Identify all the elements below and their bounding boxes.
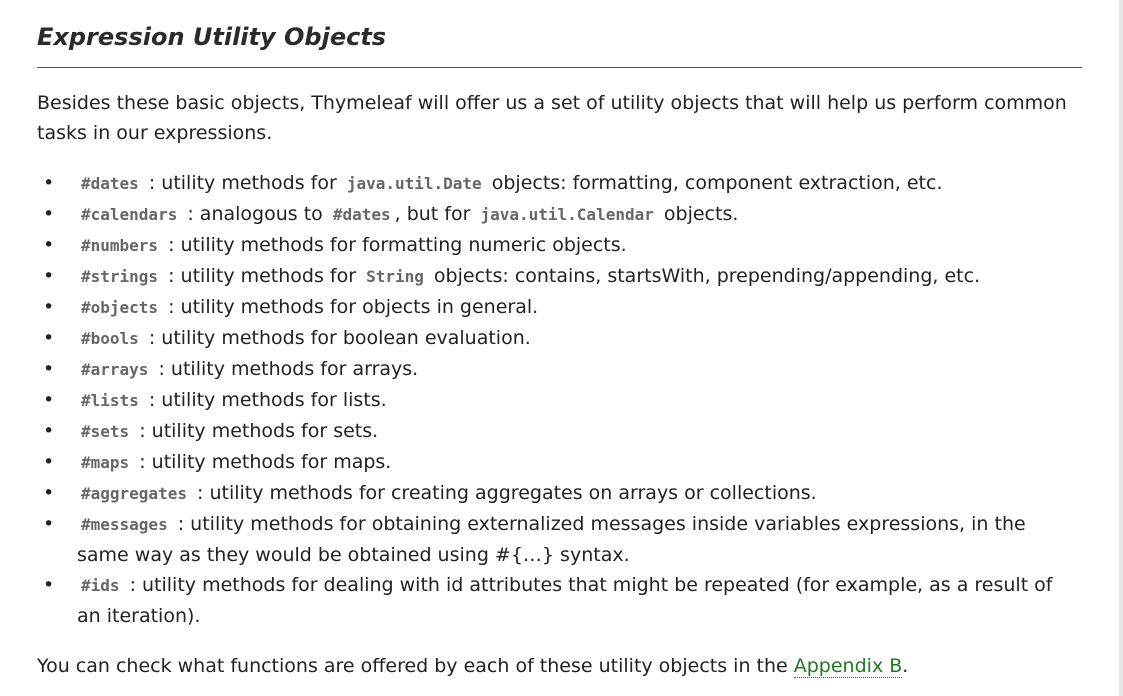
bullet-icon: • xyxy=(43,574,55,596)
outro-paragraph: You can check what functions are offered… xyxy=(37,651,1082,681)
item-text: objects: formatting, component extractio… xyxy=(485,172,943,194)
list-item: • #dates : utility methods for java.util.… xyxy=(43,168,1082,199)
inline-code: #calendars xyxy=(81,205,178,224)
item-text: : utility methods for arrays. xyxy=(152,358,419,380)
inline-code: #bools xyxy=(81,329,139,348)
outro-suffix: . xyxy=(902,655,909,677)
item-text: : utility methods for creating aggregate… xyxy=(190,482,817,504)
list-item: • #arrays : utility methods for arrays. xyxy=(43,354,1082,385)
inline-code: #strings xyxy=(81,267,159,286)
list-item: • #numbers : utility methods for formatti… xyxy=(43,230,1082,261)
utility-objects-list: • #dates : utility methods for java.util.… xyxy=(37,168,1082,631)
inline-code: #objects xyxy=(81,298,159,317)
inline-code: #messages xyxy=(81,515,168,534)
item-text: , but for xyxy=(394,203,477,225)
bullet-icon: • xyxy=(43,358,55,380)
outro-text: You can check what functions are offered… xyxy=(37,655,794,677)
item-text: : utility methods for xyxy=(142,172,343,194)
list-item: • #aggregates : utility methods for creat… xyxy=(43,478,1082,509)
item-text: : utility methods for sets. xyxy=(133,420,379,442)
item-text: : utility methods for objects in general… xyxy=(162,296,539,318)
bullet-icon: • xyxy=(43,327,55,349)
list-item: • #bools : utility methods for boolean ev… xyxy=(43,323,1082,354)
bullet-icon: • xyxy=(43,234,55,256)
item-text: objects: contains, startsWith, prependin… xyxy=(427,265,981,287)
inline-code: #maps xyxy=(81,453,130,472)
list-item: • #objects : utility methods for objects … xyxy=(43,292,1082,323)
bullet-icon: • xyxy=(43,172,55,194)
bullet-icon: • xyxy=(43,265,55,287)
list-item: • #strings : utility methods for String o… xyxy=(43,261,1082,292)
item-text: : analogous to xyxy=(181,203,329,225)
inline-code: #dates xyxy=(81,174,139,193)
bullet-icon: • xyxy=(43,296,55,318)
article-section: Expression Utility Objects Besides these… xyxy=(37,20,1082,681)
list-item: • #maps : utility methods for maps. xyxy=(43,447,1082,478)
inline-code: #aggregates xyxy=(81,484,187,503)
inline-code: #sets xyxy=(81,422,130,441)
section-heading: Expression Utility Objects xyxy=(37,20,1082,68)
bullet-icon: • xyxy=(43,389,55,411)
item-text: : utility methods for obtaining external… xyxy=(77,513,1026,566)
inline-code: #ids xyxy=(81,576,120,595)
inline-code: java.util.Date xyxy=(346,174,482,193)
inline-code: #dates xyxy=(332,205,391,224)
item-text: : utility methods for lists. xyxy=(142,389,387,411)
item-text: : utility methods for xyxy=(162,265,363,287)
item-text: : utility methods for boolean evaluation… xyxy=(142,327,531,349)
inline-code: String xyxy=(366,267,424,286)
inline-code: #arrays xyxy=(81,360,149,379)
bullet-icon: • xyxy=(43,420,55,442)
bullet-icon: • xyxy=(43,451,55,473)
item-text: objects. xyxy=(657,203,739,225)
list-item: • #lists : utility methods for lists. xyxy=(43,385,1082,416)
list-item: • #messages : utility methods for obtaini… xyxy=(43,509,1082,570)
list-item: • #calendars : analogous to #dates, but f… xyxy=(43,199,1082,230)
bullet-icon: • xyxy=(43,482,55,504)
item-text: : utility methods for formatting numeric… xyxy=(162,234,627,256)
list-item: • #ids : utility methods for dealing with… xyxy=(43,570,1082,631)
intro-paragraph: Besides these basic objects, Thymeleaf w… xyxy=(37,92,1067,144)
list-item: • #sets : utility methods for sets. xyxy=(43,416,1082,447)
bullet-icon: • xyxy=(43,513,55,535)
inline-code: #numbers xyxy=(81,236,159,255)
bullet-icon: • xyxy=(43,203,55,225)
inline-code: java.util.Calendar xyxy=(480,205,654,224)
appendix-b-link[interactable]: Appendix B xyxy=(793,655,903,678)
item-text: : utility methods for maps. xyxy=(133,451,392,473)
item-text: : utility methods for dealing with id at… xyxy=(77,574,1053,627)
scrollbar[interactable] xyxy=(1119,0,1123,696)
inline-code: #lists xyxy=(81,391,139,410)
